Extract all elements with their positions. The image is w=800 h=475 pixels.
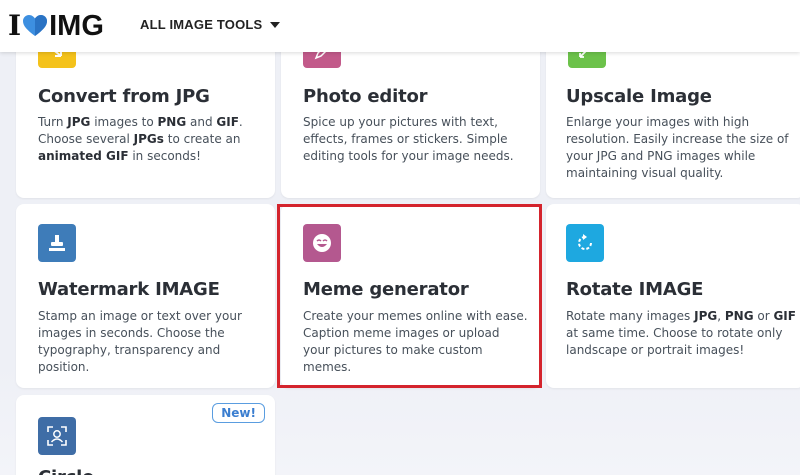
rotate-icon [566,224,604,262]
logo-text-img: IMG [49,10,104,42]
tool-card-upscale-image[interactable]: Upscale Image Enlarge your images with h… [546,30,800,198]
all-image-tools-label: ALL IMAGE TOOLS [140,17,263,32]
tool-card-watermark-image[interactable]: Watermark IMAGE Stamp an image or text o… [16,204,275,388]
card-title: Upscale Image [566,86,712,107]
card-description: Stamp an image or text over your images … [38,309,242,374]
tool-card-photo-editor[interactable]: Photo editor Spice up your pictures with… [281,30,540,198]
ilovejpg-logo[interactable]: I IMG [8,9,104,42]
card-description: Spice up your pictures with text, effect… [303,115,514,163]
tool-card-rotate-image[interactable]: Rotate IMAGE Rotate many images JPG, PNG… [546,204,800,388]
card-description: Turn JPG images to PNG and GIF. Choose s… [38,115,243,163]
card-title: Watermark IMAGE [38,279,220,300]
new-badge: New! [212,403,265,423]
card-description: Rotate many images JPG, PNG or GIF at sa… [566,309,796,357]
tool-card-new-tool[interactable]: New! Circle... [16,395,275,475]
card-title: Photo editor [303,86,428,107]
highlight-box [277,204,542,388]
caret-down-icon [270,21,281,28]
card-title: Convert from JPG [38,86,210,107]
logo-letter-i: I [8,9,22,42]
card-description: Enlarge your images with high resolution… [566,115,789,180]
face-crop-icon [38,417,76,455]
stamp-icon [38,224,76,262]
card-title: Circle... [38,467,114,475]
top-header: I IMG ALL IMAGE TOOLS [0,0,800,52]
all-image-tools-menu[interactable]: ALL IMAGE TOOLS [140,17,281,32]
card-title: Rotate IMAGE [566,279,704,300]
heart-logo-icon [22,14,48,38]
tool-card-convert-from-jpg[interactable]: Convert from JPG Turn JPG images to PNG … [16,30,275,198]
